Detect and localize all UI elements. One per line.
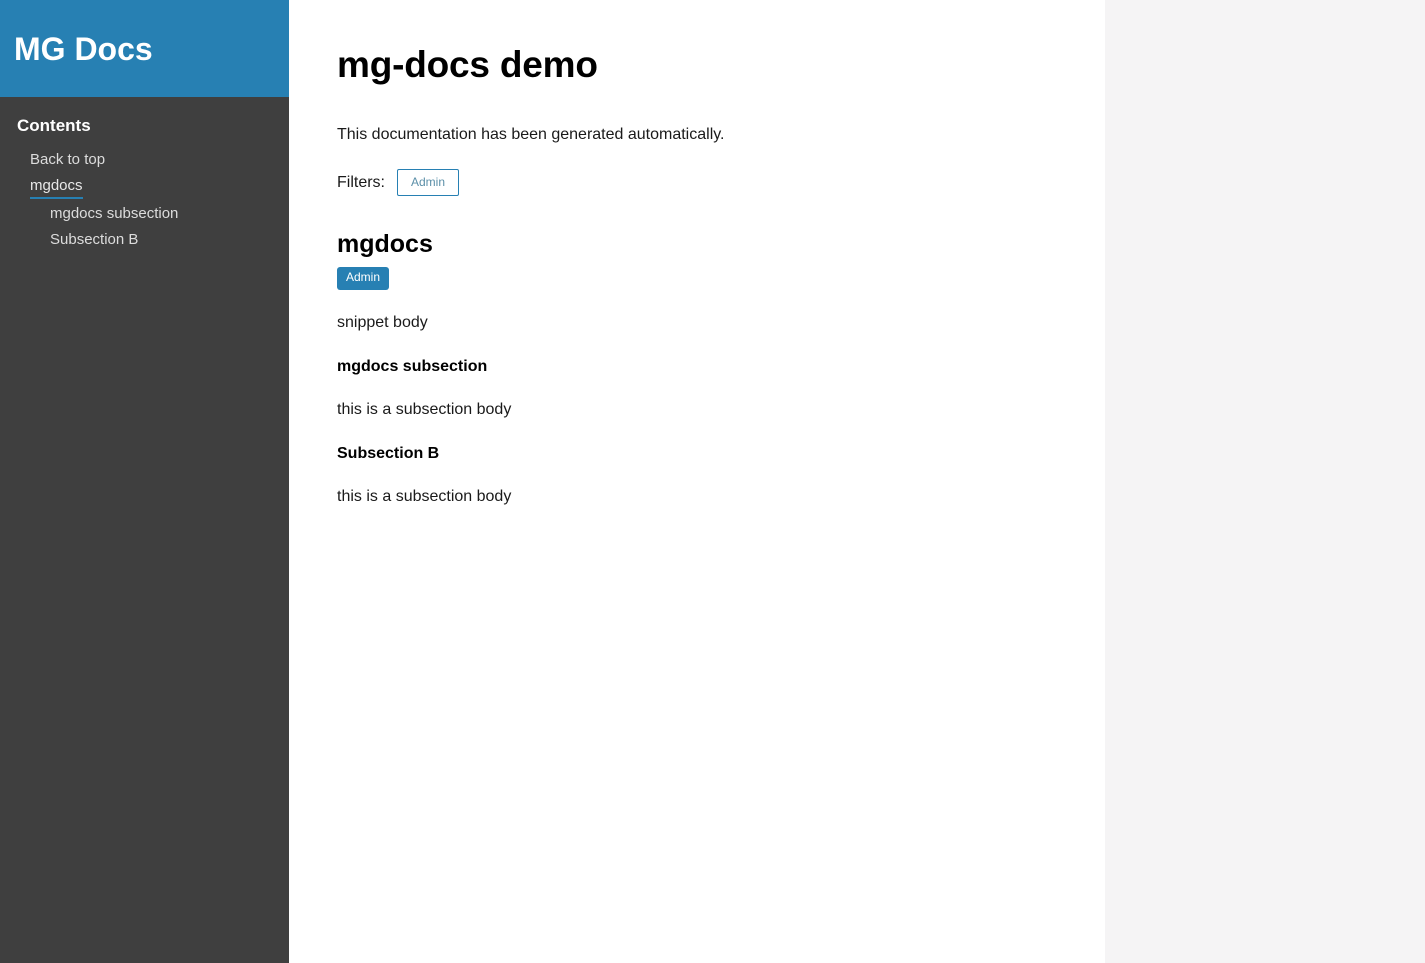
status-badge-admin: Admin — [337, 267, 390, 290]
sidebar-link-back-to-top[interactable]: Back to top — [30, 149, 105, 171]
section-mgdocs: mgdocs Admin snippet body mgdocs subsect… — [337, 196, 1057, 508]
filter-button-admin[interactable]: Admin — [397, 168, 460, 197]
sidebar-item-mgdocs[interactable]: mgdocs — [0, 175, 289, 200]
sidebar-link-mgdocs[interactable]: mgdocs — [30, 175, 83, 200]
filters-label: Filters: — [337, 173, 385, 191]
page-root: MG Docs Contents Back to top mgdocs mgdo… — [0, 0, 1425, 963]
sidebar-item-subsection-b[interactable]: Subsection B — [0, 229, 289, 251]
sidebar-item-back-to-top[interactable]: Back to top — [0, 149, 289, 171]
sidebar-header: MG Docs — [0, 0, 289, 97]
page-title: mg-docs demo — [337, 44, 598, 85]
sidebar: MG Docs Contents Back to top mgdocs mgdo… — [0, 0, 289, 963]
section-heading-mgdocs: mgdocs — [337, 230, 433, 259]
contents-heading: Contents — [17, 116, 91, 135]
subsection-heading-subsection-b: Subsection B — [337, 445, 440, 463]
right-gutter — [1105, 0, 1425, 963]
subsection-heading-mgdocs-subsection: mgdocs subsection — [337, 357, 488, 375]
subsection-body-subsection-b: this is a subsection body — [337, 487, 512, 505]
table-of-contents: Back to top mgdocs mgdocs subsection Sub… — [0, 136, 289, 251]
intro-text: This documentation has been generated au… — [337, 125, 725, 143]
badge-row: Admin — [337, 259, 1057, 290]
subsection-body-mgdocs-subsection: this is a subsection body — [337, 400, 512, 418]
sidebar-item-mgdocs-subsection[interactable]: mgdocs subsection — [0, 203, 289, 225]
sidebar-link-subsection-b[interactable]: Subsection B — [50, 229, 138, 251]
brand-title: MG Docs — [14, 30, 153, 67]
filters-row: Filters: Admin — [337, 146, 1057, 197]
section-body-mgdocs: snippet body — [337, 313, 428, 331]
main-content: mg-docs demo This documentation has been… — [289, 0, 1105, 963]
sidebar-link-mgdocs-subsection[interactable]: mgdocs subsection — [50, 203, 178, 225]
